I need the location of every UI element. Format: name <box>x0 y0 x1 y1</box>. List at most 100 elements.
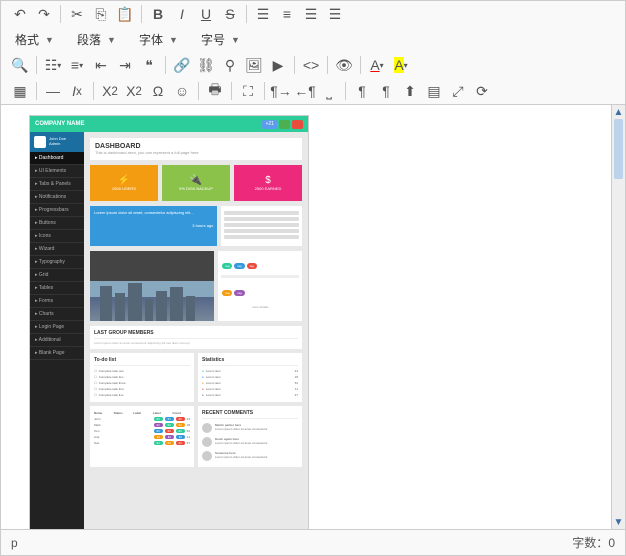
header-badge <box>279 120 290 129</box>
page-title: DASHBOARD <box>95 143 297 150</box>
paragraph-label: 段落 <box>77 31 101 48</box>
sidebar-item: ▸ Icons <box>30 230 84 243</box>
stat-card: $2500 EARNED <box>234 165 302 201</box>
scroll-thumb[interactable] <box>614 119 623 179</box>
unlink-icon[interactable]: ⛓ <box>195 54 217 76</box>
font-select[interactable]: 字体 ▼ <box>133 29 193 50</box>
align-justify-icon[interactable]: ☰ <box>324 3 346 25</box>
pagebreak-icon[interactable]: ⤢ <box>447 80 469 102</box>
table-icon[interactable]: ▦ <box>9 80 31 102</box>
media-icon[interactable]: ▶ <box>267 54 289 76</box>
word-count: 字数：0 <box>572 534 615 551</box>
fullscreen-icon[interactable]: ⛶ <box>237 80 259 102</box>
embedded-image[interactable]: COMPANY NAME +21 John DoeAdmin ▸ Dashboa… <box>29 115 309 529</box>
codeview-icon[interactable]: ▤ <box>423 80 445 102</box>
activity-header: LAST GROUP MEMBERS <box>94 330 298 339</box>
nbsp-icon[interactable]: ⎵ <box>318 80 340 102</box>
code-icon[interactable]: <> <box>300 54 322 76</box>
sidebar-item: ▸ Tabs & Panels <box>30 178 84 191</box>
font-label: 字体 <box>139 31 163 48</box>
sidebar-item: ▸ Login Page <box>30 321 84 334</box>
carousel <box>90 251 214 321</box>
underline-icon[interactable]: U <box>195 3 217 25</box>
element-path: p <box>11 536 18 550</box>
backcolor-icon[interactable]: A▾ <box>390 54 412 76</box>
copy-icon[interactable]: ⎘ <box>90 3 112 25</box>
quote-icon[interactable]: ❝ <box>138 54 160 76</box>
undo-icon[interactable]: ↶ <box>9 3 31 25</box>
chevron-down-icon: ▼ <box>107 35 116 45</box>
comment-item: Martin parker hereLorem ipsum dolor sit … <box>202 421 298 435</box>
scroll-up-icon[interactable]: ▲ <box>612 105 625 119</box>
toolbar: ↶ ↷ ✂ ⎘ 📋 B I U S ☰ ≡ ☰ ☰ 格式▼ 段落 ▼ 字体 ▼ 字号… <box>1 1 625 105</box>
page-subtitle: This is dashboard area, you can represen… <box>95 150 297 155</box>
sidebar-item: ▸ Wizard <box>30 243 84 256</box>
header-badge: +21 <box>262 120 276 129</box>
size-label: 字号 <box>201 31 225 48</box>
specialchar-icon[interactable]: Ω <box>147 80 169 102</box>
comment-item: Someone hereLorem ipsum dolor sit amet c… <box>202 449 298 463</box>
side-panel-1 <box>221 206 302 246</box>
data-table: NameStatusLabelLabelCountJohnlbllbllbl24… <box>90 406 194 467</box>
sidebar-item: ▸ Dashboard <box>30 152 84 165</box>
editor-wrap: COMPANY NAME +21 John DoeAdmin ▸ Dashboa… <box>1 105 625 529</box>
anchor-icon[interactable]: ⚲ <box>219 54 241 76</box>
subscript-icon[interactable]: X2 <box>99 80 121 102</box>
ul-icon[interactable]: ☷▾ <box>42 54 64 76</box>
company-name: COMPANY NAME <box>35 121 84 127</box>
forecolor-icon[interactable]: A▾ <box>366 54 388 76</box>
link-icon[interactable]: 🔗 <box>171 54 193 76</box>
chevron-down-icon: ▼ <box>169 35 178 45</box>
clearformat-icon[interactable]: Ix <box>66 80 88 102</box>
sidebar-item: ▸ Buttons <box>30 217 84 230</box>
emoji-icon[interactable]: ☺ <box>171 80 193 102</box>
strike-icon[interactable]: S <box>219 3 241 25</box>
showblocks-icon[interactable]: ¶ <box>351 80 373 102</box>
format-select[interactable]: 格式▼ <box>9 29 69 50</box>
toolbar-row-4: ▦ — Ix X2 X2 Ω ☺ 🖶 ⛶ ¶→ ←¶ ⎵ ¶ ¶ ⬆ ▤ ⤢ ⟳ <box>1 78 625 104</box>
preview-icon[interactable]: 👁 <box>333 54 355 76</box>
notice-text: Lorem ipsum dolor sit amet, consectetur … <box>94 210 213 215</box>
dash-header: COMPANY NAME +21 <box>30 116 308 132</box>
cut-icon[interactable]: ✂ <box>66 3 88 25</box>
hr-icon[interactable]: — <box>42 80 64 102</box>
paragraph-select[interactable]: 段落 ▼ <box>71 29 131 50</box>
stats-panel: Statistics ● Lorem item24 ● Lorem item18… <box>198 353 302 402</box>
scroll-down-icon[interactable]: ▼ <box>612 515 625 529</box>
upload-icon[interactable]: ⬆ <box>399 80 421 102</box>
visualchars-icon[interactable]: ¶ <box>375 80 397 102</box>
find-icon[interactable]: 🔍 <box>9 54 31 76</box>
sidebar-item: ▸ Forms <box>30 295 84 308</box>
template-icon[interactable]: ⟳ <box>471 80 493 102</box>
toolbar-row-3: 🔍 ☷▾ ≡▾ ⇤ ⇥ ❝ 🔗 ⛓ ⚲ 🖼 ▶ <> 👁 A▾ A▾ <box>1 52 625 78</box>
align-center-icon[interactable]: ≡ <box>276 3 298 25</box>
rtl-icon[interactable]: ←¶ <box>294 80 316 102</box>
ol-icon[interactable]: ≡▾ <box>66 54 88 76</box>
print-icon[interactable]: 🖶 <box>204 80 226 102</box>
image-icon[interactable]: 🖼 <box>243 54 265 76</box>
stat-card: 🔌9% DISK BACKUP <box>162 165 230 201</box>
paste-icon[interactable]: 📋 <box>114 3 136 25</box>
sidebar-item: ▸ Grid <box>30 269 84 282</box>
chevron-down-icon: ▼ <box>45 35 54 45</box>
sidebar-item: ▸ UI Elements <box>30 165 84 178</box>
align-right-icon[interactable]: ☰ <box>300 3 322 25</box>
chevron-down-icon: ▼ <box>231 35 240 45</box>
align-left-icon[interactable]: ☰ <box>252 3 274 25</box>
editor-content[interactable]: COMPANY NAME +21 John DoeAdmin ▸ Dashboa… <box>1 105 611 529</box>
vertical-scrollbar[interactable]: ▲ ▼ <box>611 105 625 529</box>
notice-meta: 3 hours ago <box>94 223 213 228</box>
bold-icon[interactable]: B <box>147 3 169 25</box>
indent-icon[interactable]: ⇥ <box>114 54 136 76</box>
sidebar-item: ▸ Blank Page <box>30 347 84 360</box>
size-select[interactable]: 字号 ▼ <box>195 29 255 50</box>
sidebar-item: ▸ Additional <box>30 334 84 347</box>
redo-icon[interactable]: ↷ <box>33 3 55 25</box>
dash-sidebar: John DoeAdmin ▸ Dashboard▸ UI Elements▸ … <box>30 132 84 529</box>
notice-box: Lorem ipsum dolor sit amet, consectetur … <box>90 206 217 246</box>
italic-icon[interactable]: I <box>171 3 193 25</box>
ltr-icon[interactable]: ¶→ <box>270 80 292 102</box>
user-role: Admin <box>49 142 66 147</box>
superscript-icon[interactable]: X2 <box>123 80 145 102</box>
outdent-icon[interactable]: ⇤ <box>90 54 112 76</box>
